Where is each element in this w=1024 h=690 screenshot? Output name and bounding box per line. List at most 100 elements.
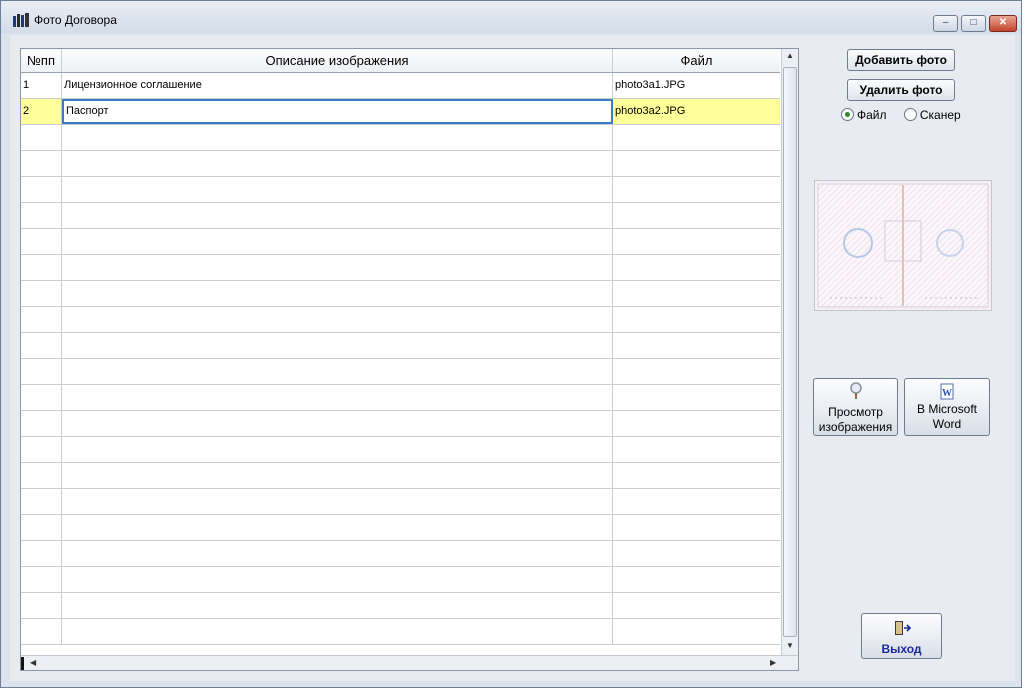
table-cell-file[interactable] bbox=[613, 437, 780, 462]
view-image-button[interactable]: Просмотр изображения bbox=[813, 378, 898, 436]
table-cell-desc[interactable] bbox=[62, 411, 613, 436]
table-row[interactable] bbox=[21, 593, 780, 619]
table-cell-file[interactable] bbox=[613, 593, 780, 618]
vertical-scroll-thumb[interactable] bbox=[783, 67, 797, 637]
column-header-number[interactable]: №пп bbox=[21, 49, 62, 72]
radio-scanner-dot[interactable] bbox=[903, 108, 917, 121]
table-cell-desc[interactable]: Лицензионное соглашение bbox=[62, 73, 613, 98]
table-cell-desc[interactable] bbox=[62, 307, 613, 332]
table-cell-file[interactable] bbox=[613, 281, 780, 306]
table-cell-num[interactable] bbox=[21, 177, 62, 202]
scroll-right-arrow-icon[interactable]: ▶ bbox=[770, 658, 776, 667]
table-cell-file[interactable] bbox=[613, 619, 780, 644]
table-cell-num[interactable] bbox=[21, 385, 62, 410]
table-row[interactable] bbox=[21, 619, 780, 645]
column-header-description[interactable]: Описание изображения bbox=[62, 49, 613, 72]
table-cell-desc[interactable] bbox=[62, 541, 613, 566]
table-cell-file[interactable] bbox=[613, 567, 780, 592]
table-cell-file[interactable] bbox=[613, 229, 780, 254]
table-row[interactable] bbox=[21, 437, 780, 463]
table-cell-desc[interactable] bbox=[62, 619, 613, 644]
table-cell-file[interactable] bbox=[613, 307, 780, 332]
table-row[interactable]: 2 Паспорт photo3a2.JPG bbox=[21, 99, 780, 125]
table-cell-desc[interactable] bbox=[62, 437, 613, 462]
table-row[interactable] bbox=[21, 333, 780, 359]
table-cell-num[interactable] bbox=[21, 619, 62, 644]
table-cell-num[interactable] bbox=[21, 593, 62, 618]
table-row[interactable] bbox=[21, 359, 780, 385]
table-row[interactable] bbox=[21, 515, 780, 541]
horizontal-scrollbar[interactable]: ◀ ▶ bbox=[21, 655, 798, 670]
scroll-left-arrow-icon[interactable]: ◀ bbox=[30, 658, 36, 667]
table-cell-file[interactable] bbox=[613, 489, 780, 514]
table-cell-num[interactable] bbox=[21, 307, 62, 332]
export-word-button[interactable]: W В Microsoft Word bbox=[904, 378, 990, 436]
table-row[interactable] bbox=[21, 567, 780, 593]
table-cell-file[interactable]: photo3a2.JPG bbox=[613, 99, 780, 124]
table-row[interactable] bbox=[21, 151, 780, 177]
table-row[interactable] bbox=[21, 203, 780, 229]
table-row[interactable] bbox=[21, 307, 780, 333]
scroll-up-arrow-icon[interactable]: ▲ bbox=[786, 51, 794, 60]
table-cell-num[interactable] bbox=[21, 229, 62, 254]
table-cell-desc[interactable] bbox=[62, 385, 613, 410]
table-row[interactable] bbox=[21, 255, 780, 281]
radio-file[interactable]: Файл bbox=[841, 108, 887, 122]
scroll-down-arrow-icon[interactable]: ▼ bbox=[786, 641, 794, 650]
table-row[interactable] bbox=[21, 125, 780, 151]
radio-scanner[interactable]: Сканер bbox=[903, 108, 961, 122]
maximize-button[interactable]: □ bbox=[961, 15, 986, 32]
table-cell-num[interactable] bbox=[21, 567, 62, 592]
table-row[interactable] bbox=[21, 463, 780, 489]
table-row[interactable] bbox=[21, 229, 780, 255]
table-cell-desc[interactable] bbox=[62, 333, 613, 358]
table-cell-num[interactable] bbox=[21, 437, 62, 462]
table-cell-num[interactable] bbox=[21, 125, 62, 150]
table-cell-file[interactable] bbox=[613, 203, 780, 228]
table-cell-file[interactable]: photo3a1.JPG bbox=[613, 73, 780, 98]
table-cell-num[interactable] bbox=[21, 463, 62, 488]
table-cell-desc[interactable] bbox=[62, 125, 613, 150]
table-row[interactable] bbox=[21, 385, 780, 411]
table-cell-file[interactable] bbox=[613, 411, 780, 436]
delete-photo-button[interactable]: Удалить фото bbox=[847, 79, 955, 101]
table-cell-num[interactable] bbox=[21, 255, 62, 280]
table-cell-num[interactable] bbox=[21, 541, 62, 566]
table-row[interactable] bbox=[21, 541, 780, 567]
table-cell-desc[interactable] bbox=[62, 203, 613, 228]
table-cell-file[interactable] bbox=[613, 359, 780, 384]
table-cell-num[interactable]: 2 bbox=[21, 99, 62, 124]
table-cell-file[interactable] bbox=[613, 125, 780, 150]
table-cell-desc[interactable] bbox=[62, 177, 613, 202]
table-cell-num[interactable] bbox=[21, 359, 62, 384]
radio-file-dot[interactable] bbox=[841, 108, 854, 121]
table-cell-desc[interactable] bbox=[62, 567, 613, 592]
table-cell-desc[interactable] bbox=[62, 151, 613, 176]
table-cell-file[interactable] bbox=[613, 333, 780, 358]
table-cell-num[interactable]: 1 bbox=[21, 73, 62, 98]
vertical-scrollbar[interactable]: ▲ ▼ bbox=[781, 49, 798, 655]
close-button[interactable]: ✕ bbox=[989, 15, 1017, 32]
add-photo-button[interactable]: Добавить фото bbox=[847, 49, 955, 71]
table-cell-num[interactable] bbox=[21, 281, 62, 306]
table-cell-num[interactable] bbox=[21, 515, 62, 540]
table-cell-file[interactable] bbox=[613, 463, 780, 488]
table-cell-desc[interactable] bbox=[62, 593, 613, 618]
table-row[interactable] bbox=[21, 177, 780, 203]
table-cell-file[interactable] bbox=[613, 177, 780, 202]
table-cell-file[interactable] bbox=[613, 151, 780, 176]
table-cell-num[interactable] bbox=[21, 489, 62, 514]
table-cell-desc[interactable] bbox=[62, 359, 613, 384]
table-cell-file[interactable] bbox=[613, 541, 780, 566]
table-cell-file[interactable] bbox=[613, 515, 780, 540]
table-cell-num[interactable] bbox=[21, 203, 62, 228]
table-row[interactable]: 1 Лицензионное соглашение photo3a1.JPG bbox=[21, 73, 780, 99]
table-row[interactable] bbox=[21, 281, 780, 307]
table-cell-file[interactable] bbox=[613, 385, 780, 410]
table-cell-desc[interactable] bbox=[62, 281, 613, 306]
table-row[interactable] bbox=[21, 489, 780, 515]
minimize-button[interactable]: – bbox=[933, 15, 958, 32]
table-cell-desc[interactable] bbox=[62, 489, 613, 514]
table-cell-desc[interactable] bbox=[62, 463, 613, 488]
table-cell-desc[interactable]: Паспорт bbox=[62, 99, 613, 124]
